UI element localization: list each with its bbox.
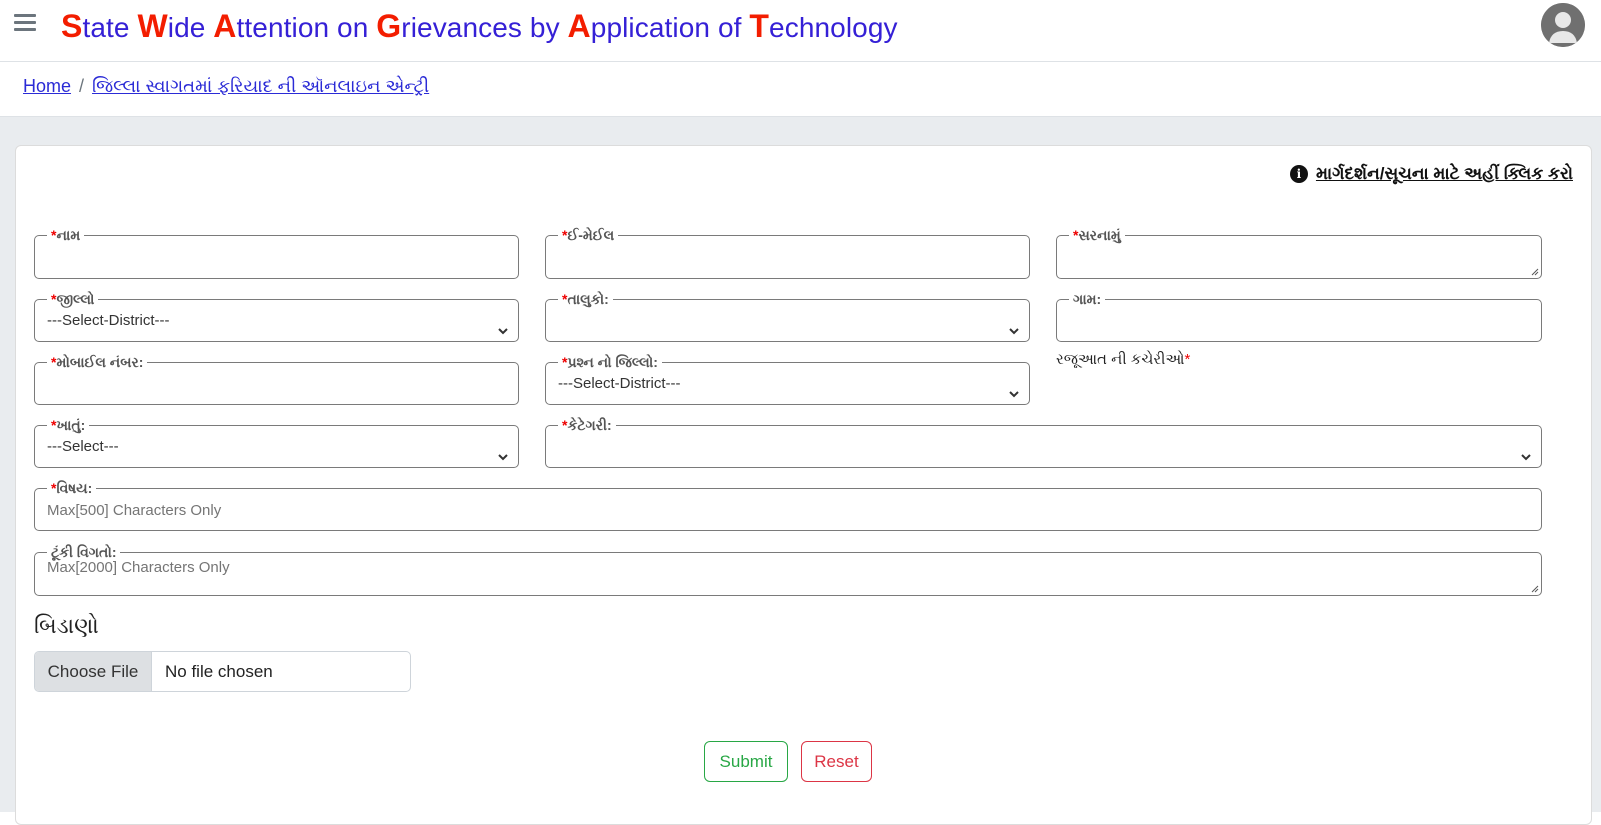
title-cap: S <box>61 8 83 44</box>
attachment-title: બિડાણો <box>34 613 99 638</box>
user-avatar-icon[interactable] <box>1541 3 1585 47</box>
label-text: વિષય: <box>56 480 93 496</box>
email-field: *ઈ-મેઈલ <box>545 228 1030 279</box>
village-label: ગામ: <box>1069 292 1105 306</box>
offices-label: રજૂઆત ની કચેરીઓ* <box>1056 351 1190 368</box>
name-field: *નામ <box>34 228 519 279</box>
required-mark: * <box>1184 351 1191 368</box>
label-text: ટૂંકી વિગતો: <box>51 544 117 560</box>
title-text: pplication of <box>590 12 750 43</box>
title-text: rievances by <box>401 12 568 43</box>
mobile-label: *મોબાઈલ નંબર: <box>47 355 147 369</box>
guidance-link-text: માર્ગદર્શન/સૂચના માટે અહીં ક્લિક કરો <box>1315 164 1573 183</box>
mobile-input[interactable] <box>47 369 506 399</box>
category-field: *કેટેગરી: <box>545 418 1542 468</box>
label-text: સરનામું <box>1078 227 1121 243</box>
title-text: ttention on <box>236 12 377 43</box>
subject-label: *વિષય: <box>47 481 96 495</box>
title-cap: W <box>137 8 168 44</box>
category-label: *કેટેગરી: <box>558 418 616 432</box>
file-upload-input[interactable]: Choose File No file chosen <box>34 651 411 692</box>
mobile-field: *મોબાઈલ નંબર: <box>34 355 519 405</box>
department-select[interactable]: ---Select--- <box>47 432 506 458</box>
title-cap: A <box>213 8 237 44</box>
app-title: State Wide Attention on Grievances by Ap… <box>61 8 898 45</box>
breadcrumb: Home / જિલ્લા સ્વાગતમાં ફરિયાદ ની ઑનલાઇન એ… <box>0 62 1601 117</box>
address-label: *સરનામું <box>1069 228 1125 242</box>
address-field: *સરનામું <box>1056 228 1542 279</box>
reset-button[interactable]: Reset <box>801 741 872 782</box>
submit-button[interactable]: Submit <box>704 741 788 782</box>
title-cap: A <box>567 8 591 44</box>
label-text: તાલુકો: <box>567 291 609 307</box>
label-text: ગામ: <box>1073 291 1102 307</box>
hamburger-menu-icon[interactable] <box>14 14 36 32</box>
subject-input[interactable] <box>47 495 1529 525</box>
question-district-field: *પ્રશ્ન નો જિલ્લો: ---Select-District--- <box>545 355 1030 405</box>
breadcrumb-current-link[interactable]: જિલ્લા સ્વાગતમાં ફરિયાદ ની ઑનલાઇન એન્ટ્ર… <box>92 76 429 96</box>
details-field: ટૂંકી વિગતો: <box>34 545 1542 596</box>
email-input[interactable] <box>558 242 1017 272</box>
breadcrumb-home-link[interactable]: Home <box>23 76 71 96</box>
district-field: *જીલ્લો ---Select-District--- <box>34 292 519 342</box>
taluka-field: *તાલુકો: <box>545 292 1030 342</box>
title-text: tate <box>82 12 138 43</box>
label-text: રજૂઆત ની કચેરીઓ <box>1056 351 1185 368</box>
address-textarea[interactable] <box>1069 242 1529 272</box>
choose-file-button[interactable]: Choose File <box>35 652 152 691</box>
district-select[interactable]: ---Select-District--- <box>47 306 506 332</box>
question-district-label: *પ્રશ્ન નો જિલ્લો: <box>558 355 662 369</box>
title-text: echnology <box>769 12 898 43</box>
label-text: ખાતું: <box>56 417 86 433</box>
title-cap: G <box>376 8 402 44</box>
district-label: *જીલ્લો <box>47 292 98 306</box>
resize-handle-icon[interactable] <box>1530 584 1539 593</box>
title-cap: T <box>749 8 770 44</box>
name-input[interactable] <box>47 242 506 272</box>
resize-handle-icon[interactable] <box>1530 267 1539 276</box>
department-field: *ખાતું: ---Select--- <box>34 418 519 468</box>
label-text: ઈ-મેઈલ <box>567 227 615 243</box>
details-textarea[interactable] <box>47 559 1529 591</box>
top-navbar: State Wide Attention on Grievances by Ap… <box>0 0 1601 62</box>
label-text: જીલ્લો <box>56 291 95 307</box>
taluka-select[interactable] <box>558 306 1017 332</box>
details-label: ટૂંકી વિગતો: <box>47 545 120 559</box>
label-text: પ્રશ્ન નો જિલ્લો: <box>567 354 658 370</box>
email-label: *ઈ-મેઈલ <box>558 228 618 242</box>
grievance-form-card: i માર્ગદર્શન/સૂચના માટે અહીં ક્લિક કરો *… <box>15 145 1592 825</box>
taluka-label: *તાલુકો: <box>558 292 613 306</box>
title-text: ide <box>167 12 214 43</box>
question-district-select[interactable]: ---Select-District--- <box>558 369 1017 395</box>
label-text: મોબાઈલ નંબર: <box>56 354 144 370</box>
department-label: *ખાતું: <box>47 418 89 432</box>
village-input[interactable] <box>1069 306 1529 336</box>
breadcrumb-separator: / <box>79 76 85 96</box>
label-text: નામ <box>56 227 81 243</box>
subject-field: *વિષય: <box>34 481 1542 531</box>
info-icon: i <box>1289 165 1308 183</box>
file-status-text: No file chosen <box>165 661 273 681</box>
category-select[interactable] <box>558 432 1529 458</box>
village-field: ગામ: <box>1056 292 1542 342</box>
guidance-link[interactable]: i માર્ગદર્શન/સૂચના માટે અહીં ક્લિક કરો <box>1289 164 1573 184</box>
name-label: *નામ <box>47 228 84 242</box>
label-text: કેટેગરી: <box>567 417 612 433</box>
